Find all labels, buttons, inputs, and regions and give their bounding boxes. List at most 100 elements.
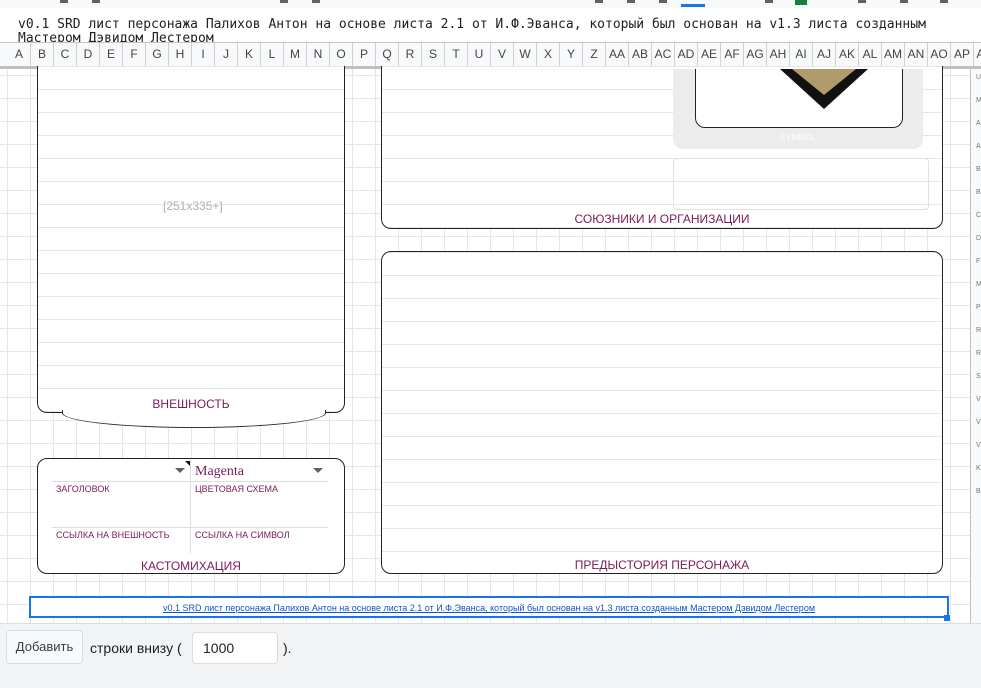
column-header[interactable]: AF <box>721 43 744 66</box>
customization-title: КАСТОМИХАЦИЯ <box>141 559 241 573</box>
column-header[interactable]: AN <box>905 43 928 66</box>
column-header[interactable]: S <box>422 43 445 66</box>
appearance-link-input[interactable] <box>52 505 190 528</box>
row-label: A <box>976 143 981 150</box>
toolbar-icon[interactable] <box>659 0 667 3</box>
row-label: B <box>976 488 981 495</box>
column-header[interactable]: L <box>261 43 284 66</box>
selected-cell[interactable]: v0.1 SRD лист персонажа Палихов Антон на… <box>29 596 949 618</box>
column-header[interactable]: R <box>399 43 422 66</box>
column-header[interactable]: AH <box>767 43 790 66</box>
formula-text[interactable]: v0.1 SRD лист персонажа Палихов Антон на… <box>18 18 981 43</box>
column-header[interactable]: AD <box>675 43 698 66</box>
allies-notes-area[interactable] <box>673 158 929 210</box>
row-label: V <box>976 442 981 449</box>
column-header[interactable]: AP <box>951 43 974 66</box>
column-header[interactable]: AC <box>652 43 675 66</box>
column-header[interactable]: AO <box>928 43 951 66</box>
column-header[interactable]: K <box>238 43 261 66</box>
toolbar-icon[interactable] <box>858 0 866 3</box>
symbol-link-input[interactable] <box>191 505 328 528</box>
row-label: A <box>976 120 981 127</box>
column-header[interactable]: U <box>468 43 491 66</box>
column-header[interactable]: F <box>123 43 146 66</box>
column-header[interactable]: G <box>146 43 169 66</box>
backstory-title: ПРЕДЫСТОРИЯ ПЕРСОНАЖА <box>574 558 750 572</box>
customization-panel: Magenta ЗАГОЛОВОК ЦВЕТОВАЯ СХЕМА ССЫЛКА … <box>37 458 345 574</box>
toolbar-icon[interactable] <box>60 0 68 3</box>
chevron-down-icon[interactable] <box>313 468 323 473</box>
column-header[interactable]: AK <box>836 43 859 66</box>
chevron-down-icon[interactable] <box>175 468 185 473</box>
fill-handle[interactable] <box>944 615 950 621</box>
header-select[interactable] <box>52 461 190 482</box>
column-header[interactable]: Z <box>583 43 606 66</box>
column-header[interactable]: C <box>54 43 77 66</box>
text-color-underline-icon[interactable] <box>681 4 705 7</box>
column-header[interactable]: E <box>100 43 123 66</box>
row-label: V <box>976 396 981 403</box>
allies-title: СОЮЗНИКИ И ОРГАНИЗАЦИИ <box>574 212 750 226</box>
row-label: F <box>976 258 981 265</box>
column-header[interactable]: O <box>330 43 353 66</box>
header-label: ЗАГОЛОВОК <box>56 484 110 494</box>
appearance-panel: [251x335+] ВНЕШНОСТЬ <box>37 66 345 413</box>
credits-link[interactable]: v0.1 SRD лист персонажа Палихов Антон на… <box>163 603 815 613</box>
toolbar-icon[interactable] <box>627 0 635 3</box>
right-row-labels: U M A A B B C D F M P R R S V V V K B <box>970 69 981 623</box>
shield-gold-icon <box>792 69 856 95</box>
toolbar-icon[interactable] <box>595 0 603 3</box>
fill-color-icon[interactable] <box>795 0 807 5</box>
column-header[interactable]: T <box>445 43 468 66</box>
column-header[interactable]: J <box>215 43 238 66</box>
column-header[interactable]: AB <box>629 43 652 66</box>
redo-icon[interactable] <box>312 0 320 3</box>
toolbar-icon[interactable] <box>940 0 948 3</box>
row-label: B <box>976 189 981 196</box>
column-header[interactable]: Y <box>560 43 583 66</box>
column-header[interactable]: I <box>192 43 215 66</box>
column-header[interactable]: AG <box>744 43 767 66</box>
column-header[interactable]: V <box>491 43 514 66</box>
appearance-image-placeholder: [251x335+] <box>163 199 223 213</box>
column-header[interactable]: AM <box>882 43 905 66</box>
row-label: V <box>976 419 981 426</box>
borders-icon[interactable] <box>765 0 773 3</box>
column-header[interactable]: W <box>514 43 537 66</box>
row-label: B <box>976 166 981 173</box>
row-label: M <box>976 281 981 288</box>
column-header[interactable]: AA <box>606 43 629 66</box>
formula-bar[interactable]: v0.1 SRD лист персонажа Палихов Антон на… <box>0 8 981 43</box>
row-label: S <box>976 373 981 380</box>
row-label: D <box>976 235 981 242</box>
column-header[interactable]: AI <box>790 43 813 66</box>
appearance-link-label: ССЫЛКА НА ВНЕШНОСТЬ <box>56 530 170 540</box>
column-header[interactable]: AE <box>698 43 721 66</box>
column-header[interactable]: AQ <box>974 43 981 66</box>
column-header[interactable]: AJ <box>813 43 836 66</box>
rows-count-input[interactable] <box>192 632 278 664</box>
column-header[interactable]: AL <box>859 43 882 66</box>
column-header[interactable]: H <box>169 43 192 66</box>
row-label: M <box>976 97 981 104</box>
symbol-label: SYMBOL <box>779 133 817 142</box>
toolbar-icon[interactable] <box>900 0 908 3</box>
add-rows-button[interactable]: Добавить <box>6 630 83 664</box>
column-header[interactable]: Q <box>376 43 399 66</box>
color-scheme-label: ЦВЕТОВАЯ СХЕМА <box>195 484 278 494</box>
row-label: U <box>976 74 981 81</box>
column-header[interactable]: D <box>77 43 100 66</box>
color-scheme-select[interactable]: Magenta <box>191 461 328 482</box>
column-header[interactable]: A <box>8 43 31 66</box>
column-header[interactable]: X <box>537 43 560 66</box>
color-scheme-value: Magenta <box>195 464 244 479</box>
column-header[interactable]: M <box>284 43 307 66</box>
row-label: R <box>976 350 981 357</box>
column-header[interactable]: N <box>307 43 330 66</box>
column-header[interactable]: P <box>353 43 376 66</box>
undo-icon[interactable] <box>280 0 288 3</box>
rows-below-label: строки внизу ( <box>90 640 182 656</box>
toolbar-icon[interactable] <box>92 0 100 3</box>
column-header[interactable]: B <box>31 43 54 66</box>
symbol-emblem: SYMBOL <box>673 69 923 149</box>
